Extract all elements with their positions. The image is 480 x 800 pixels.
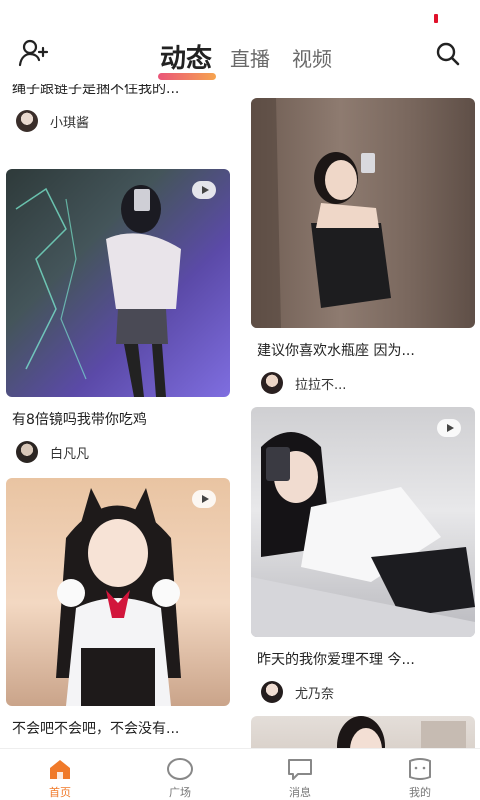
- tab-dynamic[interactable]: 动态: [157, 44, 217, 80]
- tabbar-home[interactable]: 首页: [0, 749, 120, 800]
- play-icon[interactable]: [437, 419, 461, 437]
- home-icon: [46, 757, 74, 781]
- avatar[interactable]: [16, 441, 38, 463]
- add-user-icon[interactable]: [18, 38, 50, 68]
- message-icon: [286, 757, 314, 781]
- play-icon[interactable]: [192, 490, 216, 508]
- search-icon[interactable]: [434, 40, 462, 68]
- tabbar-label: 首页: [49, 786, 71, 799]
- circle-icon: [166, 757, 194, 781]
- card-title: 不会吧不会吧，不会没有...: [12, 721, 180, 737]
- avatar[interactable]: [16, 110, 38, 132]
- card-title: 建议你喜欢水瓶座 因为...: [257, 343, 415, 359]
- status-indicator: [434, 14, 438, 23]
- top-header: 动态 直播 视频: [0, 28, 480, 80]
- card-title: 昨天的我你爱理不理 今...: [257, 652, 415, 668]
- tab-video[interactable]: 视频: [292, 44, 332, 74]
- card-author: 小琪酱: [6, 110, 230, 132]
- card-image: [251, 407, 475, 637]
- avatar[interactable]: [261, 681, 283, 703]
- tabbar-me[interactable]: 我的: [360, 749, 480, 800]
- tabbar-label: 我的: [409, 786, 431, 799]
- header-tabs: 动态 直播 视频: [157, 34, 354, 80]
- author-name[interactable]: 尤乃奈: [295, 683, 334, 702]
- card-author: 尤乃奈: [251, 681, 475, 703]
- feed-card[interactable]: 昨天的我你爱理不理 今... 尤乃奈: [251, 407, 475, 703]
- play-icon[interactable]: [192, 181, 216, 199]
- card-author: 白凡凡: [6, 441, 230, 463]
- card-image: [251, 98, 475, 328]
- author-name[interactable]: 白凡凡: [50, 443, 89, 462]
- tabbar-square[interactable]: 广场: [120, 749, 240, 800]
- card-author: 拉拉不...: [251, 372, 475, 394]
- tab-live[interactable]: 直播: [230, 44, 270, 74]
- card-title: 绳子跟链子是捆不住我的...: [12, 84, 180, 97]
- bottom-tabbar: 首页 广场 消息 我的: [0, 748, 480, 800]
- card-image: [6, 169, 230, 397]
- profile-icon: [406, 757, 434, 781]
- tabbar-messages[interactable]: 消息: [240, 749, 360, 800]
- author-name[interactable]: 拉拉不...: [295, 374, 346, 393]
- tabbar-label: 消息: [289, 786, 311, 799]
- tabbar-label: 广场: [169, 786, 191, 799]
- feed-card[interactable]: [251, 716, 475, 748]
- feed-card[interactable]: 建议你喜欢水瓶座 因为... 拉拉不...: [251, 98, 475, 394]
- card-image: [6, 478, 230, 706]
- card-title: 有8倍镜吗我带你吃鸡: [12, 412, 147, 428]
- feed-grid: 绳子跟链子是捆不住我的... 小琪酱 有8倍镜吗我带你吃鸡 白凡凡 不会吧不会吧…: [0, 84, 480, 748]
- feed-card[interactable]: 绳子跟链子是捆不住我的... 小琪酱: [6, 84, 230, 132]
- feed-card[interactable]: 不会吧不会吧，不会没有...: [6, 478, 230, 738]
- feed-card[interactable]: 有8倍镜吗我带你吃鸡 白凡凡: [6, 169, 230, 463]
- author-name[interactable]: 小琪酱: [50, 112, 89, 131]
- avatar[interactable]: [261, 372, 283, 394]
- card-image: [251, 716, 475, 748]
